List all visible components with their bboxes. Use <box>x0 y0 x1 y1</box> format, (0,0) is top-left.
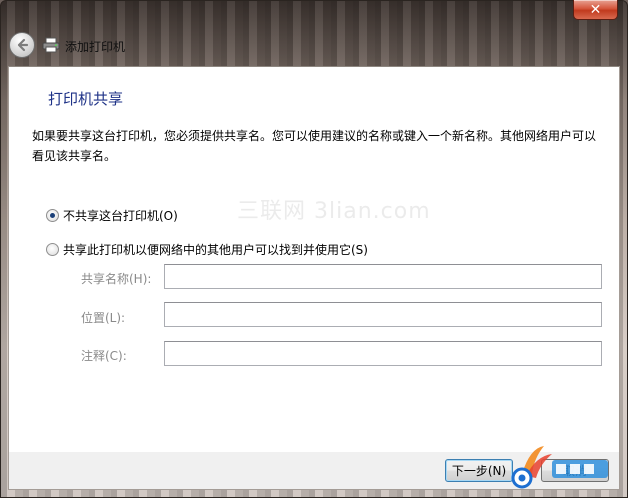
page-title: 打印机共享 <box>48 90 124 108</box>
share-name-label: 共享名称(H): <box>81 272 152 286</box>
back-arrow-icon <box>17 38 29 52</box>
close-icon: ✕ <box>589 1 602 18</box>
navigation-bar: 添加打印机 <box>0 28 628 64</box>
radio-no-share-label: 不共享这台打印机(O) <box>63 209 178 223</box>
window-title: 添加打印机 <box>65 40 126 54</box>
wizard-content: 打印机共享 如果要共享这台打印机，您必须提供共享名。您可以使用建议的名称或键入一… <box>8 66 620 452</box>
printer-icon <box>42 37 60 53</box>
location-input[interactable] <box>164 302 602 327</box>
close-button[interactable]: ✕ <box>573 0 618 20</box>
radio-share[interactable]: 共享此打印机以便网络中的其他用户可以找到并使用它(S) <box>46 241 368 258</box>
watermark: 三联网 3lian.com <box>237 199 431 224</box>
radio-share-button[interactable] <box>46 243 59 256</box>
radio-share-label: 共享此打印机以便网络中的其他用户可以找到并使用它(S) <box>63 243 368 257</box>
share-name-input[interactable] <box>164 264 602 289</box>
comment-label: 注释(C): <box>81 349 127 363</box>
radio-no-share[interactable]: 不共享这台打印机(O) <box>46 207 178 224</box>
location-label: 位置(L): <box>81 311 126 325</box>
description-text: 如果要共享这台打印机，您必须提供共享名。您可以使用建议的名称或键入一个新名称。其… <box>32 129 597 163</box>
back-button[interactable] <box>9 32 35 58</box>
radio-no-share-button[interactable] <box>46 209 59 222</box>
site-logo-icon <box>511 446 608 489</box>
comment-input[interactable] <box>164 341 602 366</box>
